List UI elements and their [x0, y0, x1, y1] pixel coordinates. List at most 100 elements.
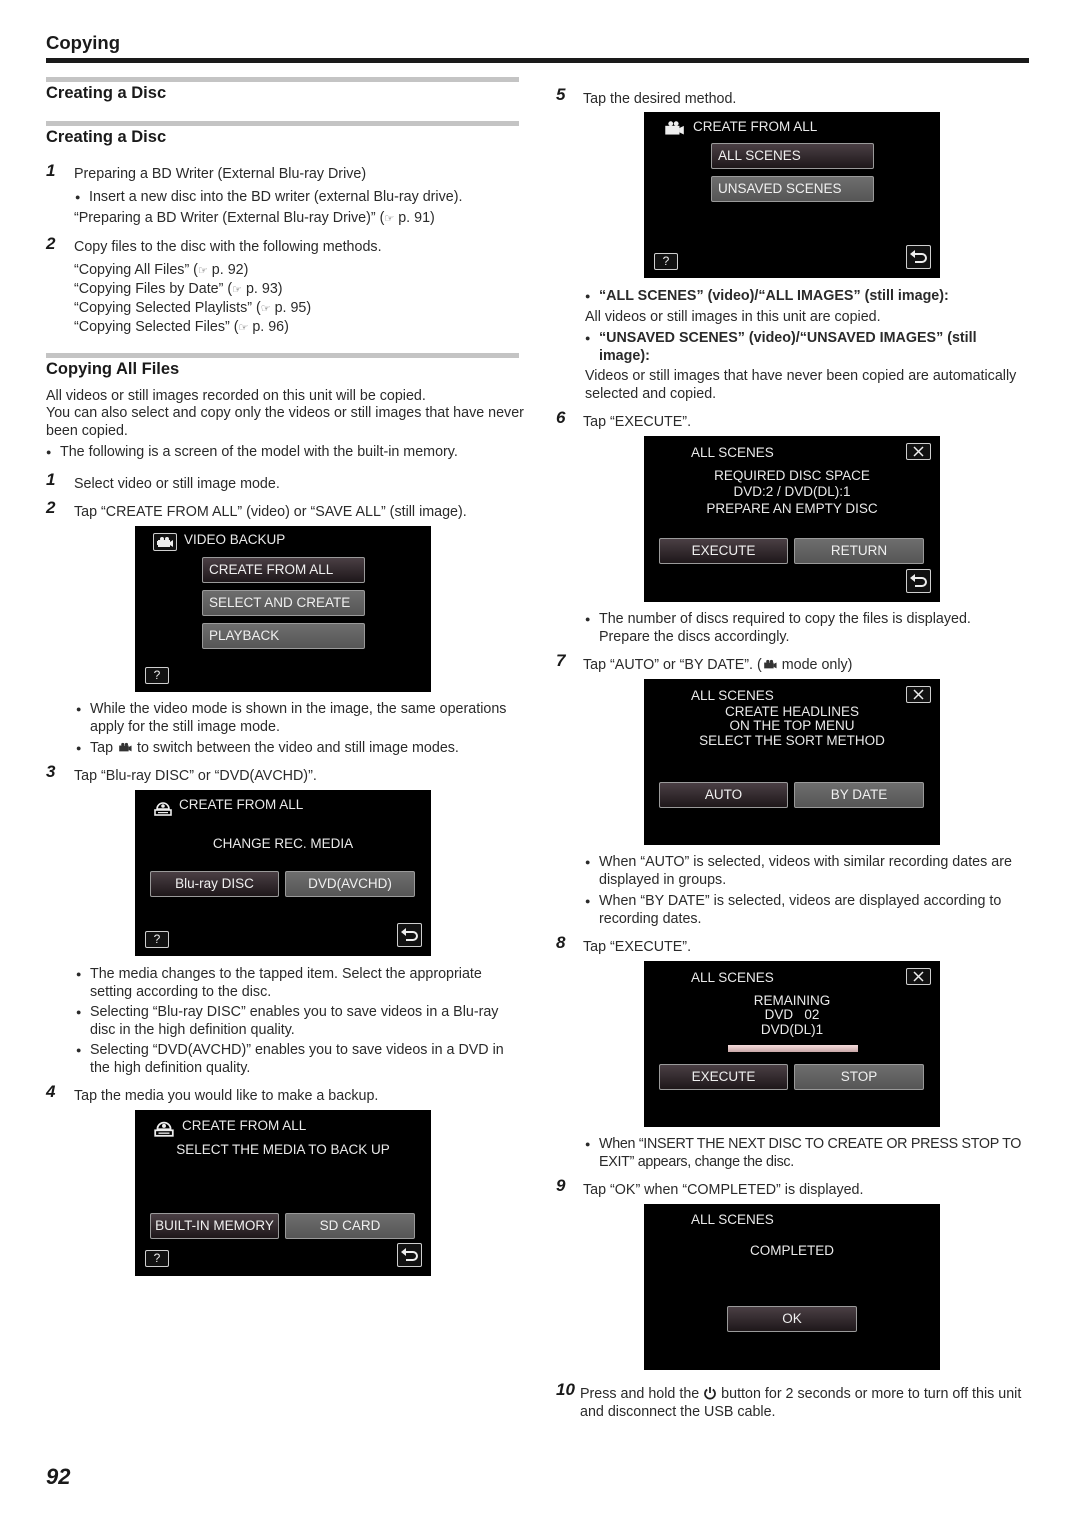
section-title: Creating a Disc: [46, 84, 167, 102]
bullet-item: The number of discs required to copy the…: [585, 610, 1019, 646]
reference-text: “Copying Files by Date” (: [74, 281, 233, 297]
help-button[interactable]: ?: [145, 931, 169, 948]
return-arrow-icon: [910, 574, 927, 587]
by-date-button[interactable]: BY DATE: [794, 782, 924, 808]
reference-text: “Copying All Files” (: [74, 262, 198, 278]
step-text: Press and hold the button for 2 seconds …: [580, 1385, 1028, 1421]
screen-line: DVD 02: [764, 1007, 820, 1022]
blu-ray-disc-button[interactable]: Blu-ray DISC: [150, 871, 279, 897]
close-button[interactable]: [906, 443, 931, 460]
back-button[interactable]: [397, 1243, 422, 1267]
disc-drive-icon: [154, 802, 172, 816]
built-in-memory-button[interactable]: BUILT-IN MEMORY: [150, 1213, 279, 1239]
unsaved-scenes-button[interactable]: UNSAVED SCENES: [711, 176, 874, 202]
bullet-item: When “BY DATE” is selected, videos are d…: [585, 892, 1024, 928]
step-number: 8: [556, 933, 566, 952]
camera-screen-remaining: ALL SCENES REMAINING DVD 02 DVD(DL)1 EXE…: [644, 961, 940, 1127]
camera-screen-video-backup: VIDEO BACKUP CREATE FROM ALL SELECT AND …: [135, 526, 431, 692]
camera-screen-select-media: CREATE FROM ALL SELECT THE MEDIA TO BACK…: [135, 1110, 431, 1276]
step-text: Tap “CREATE FROM ALL” (video) or “SAVE A…: [74, 504, 467, 520]
pointing-hand-icon: ☞: [384, 213, 395, 225]
step-text: Tap “EXECUTE”.: [583, 939, 692, 955]
back-button[interactable]: [397, 923, 422, 947]
video-mode-button[interactable]: [153, 533, 177, 551]
stop-button[interactable]: STOP: [794, 1064, 924, 1090]
step-number: 10: [556, 1380, 575, 1399]
help-button[interactable]: ?: [145, 667, 169, 684]
back-button[interactable]: [906, 569, 931, 593]
step-text-part: Tap “AUTO” or “BY DATE”. (: [583, 657, 762, 673]
reference-page: p. 91): [394, 210, 435, 226]
page-header: Copying: [46, 32, 120, 53]
all-scenes-button[interactable]: ALL SCENES: [711, 143, 874, 169]
screen-title: VIDEO BACKUP: [184, 532, 286, 547]
section-title: Copying All Files: [46, 360, 180, 378]
pointing-hand-icon: ☞: [260, 303, 271, 315]
bullet-text: Tap: [90, 740, 114, 756]
reference-text: “Preparing a BD Writer (External Blu-ray…: [74, 210, 385, 226]
disc-drive-icon: [154, 1121, 174, 1137]
help-button[interactable]: ?: [654, 253, 678, 270]
cross-reference-link[interactable]: “Copying Selected Files” (☞ p. 96): [74, 318, 289, 337]
section-rule: [46, 77, 519, 82]
execute-button[interactable]: EXECUTE: [659, 1064, 788, 1090]
reference-page: p. 92): [207, 262, 249, 278]
auto-button[interactable]: AUTO: [659, 782, 788, 808]
back-button[interactable]: [906, 245, 931, 269]
sd-card-button[interactable]: SD CARD: [285, 1213, 415, 1239]
screen-message: SELECT THE MEDIA TO BACK UP: [176, 1142, 390, 1157]
power-icon: [704, 1387, 717, 1400]
step-text: Select video or still image mode.: [74, 476, 280, 492]
step-text-part: mode only): [777, 657, 853, 673]
screen-line: DVD:2 / DVD(DL):1: [733, 484, 851, 499]
cross-reference-link[interactable]: “Copying Selected Playlists” (☞ p. 95): [74, 299, 311, 318]
close-button[interactable]: [906, 686, 931, 703]
video-camera-icon: [119, 742, 132, 752]
bullet-text: to switch between the video and still im…: [137, 740, 459, 756]
screen-title: ALL SCENES: [691, 970, 774, 985]
return-arrow-icon: [910, 250, 927, 263]
cross-reference-link[interactable]: “Preparing a BD Writer (External Blu-ray…: [74, 209, 435, 228]
bullet-heading: “UNSAVED SCENES” (video)/“UNSAVED IMAGES…: [585, 329, 1019, 365]
pointing-hand-icon: ☞: [238, 322, 249, 334]
close-icon: [913, 971, 924, 982]
screen-line: REMAINING: [753, 993, 831, 1008]
screen-line: PREPARE AN EMPTY DISC: [706, 501, 878, 516]
dvd-avchd-button[interactable]: DVD(AVCHD): [285, 871, 415, 897]
step-number: 2: [46, 234, 56, 253]
cross-reference-link[interactable]: “Copying Files by Date” (☞ p. 93): [74, 280, 283, 299]
screen-line: ON THE TOP MENU: [729, 718, 855, 733]
return-button[interactable]: RETURN: [794, 538, 924, 564]
progress-fill: [728, 1045, 858, 1052]
bullet-item: Selecting “DVD(AVCHD)” enables you to sa…: [76, 1041, 524, 1077]
page-number: 92: [46, 1464, 71, 1489]
help-button[interactable]: ?: [145, 1250, 169, 1267]
cross-reference-link[interactable]: “Copying All Files” (☞ p. 92): [74, 261, 248, 280]
video-camera-icon: [157, 537, 173, 547]
close-button[interactable]: [906, 968, 931, 985]
pointing-hand-icon: ☞: [232, 284, 242, 296]
step-text: Tap “OK” when “COMPLETED” is displayed.: [583, 1182, 864, 1198]
step-number: 7: [556, 651, 566, 670]
create-from-all-button[interactable]: CREATE FROM ALL: [202, 557, 365, 583]
pointing-hand-icon: ☞: [197, 265, 208, 277]
screen-title: ALL SCENES: [691, 1212, 774, 1227]
reference-page: p. 93): [242, 281, 283, 297]
bullet-item: The media changes to the tapped item. Se…: [76, 965, 524, 1001]
screen-line: SELECT THE SORT METHOD: [699, 733, 885, 748]
step-text: Tap “Blu-ray DISC” or “DVD(AVCHD)”.: [74, 768, 317, 784]
section-rule: [46, 353, 519, 358]
step-number: 3: [46, 762, 56, 781]
step-text-part: Press and hold the: [580, 1386, 704, 1402]
execute-button[interactable]: EXECUTE: [659, 538, 788, 564]
bullet-item: Selecting “Blu-ray DISC” enables you to …: [76, 1003, 524, 1039]
bullet-item: When “INSERT THE NEXT DISC TO CREATE OR …: [585, 1135, 1031, 1171]
ok-button[interactable]: OK: [727, 1306, 857, 1332]
select-and-create-button[interactable]: SELECT AND CREATE: [202, 590, 365, 616]
screen-line: REQUIRED DISC SPACE: [714, 468, 870, 483]
playback-button[interactable]: PLAYBACK: [202, 623, 365, 649]
step-number: 1: [46, 161, 56, 180]
intro-text: You can also select and copy only the vi…: [46, 405, 524, 439]
screen-title: CREATE FROM ALL: [693, 119, 818, 134]
step-text: Tap the media you would like to make a b…: [74, 1088, 379, 1104]
